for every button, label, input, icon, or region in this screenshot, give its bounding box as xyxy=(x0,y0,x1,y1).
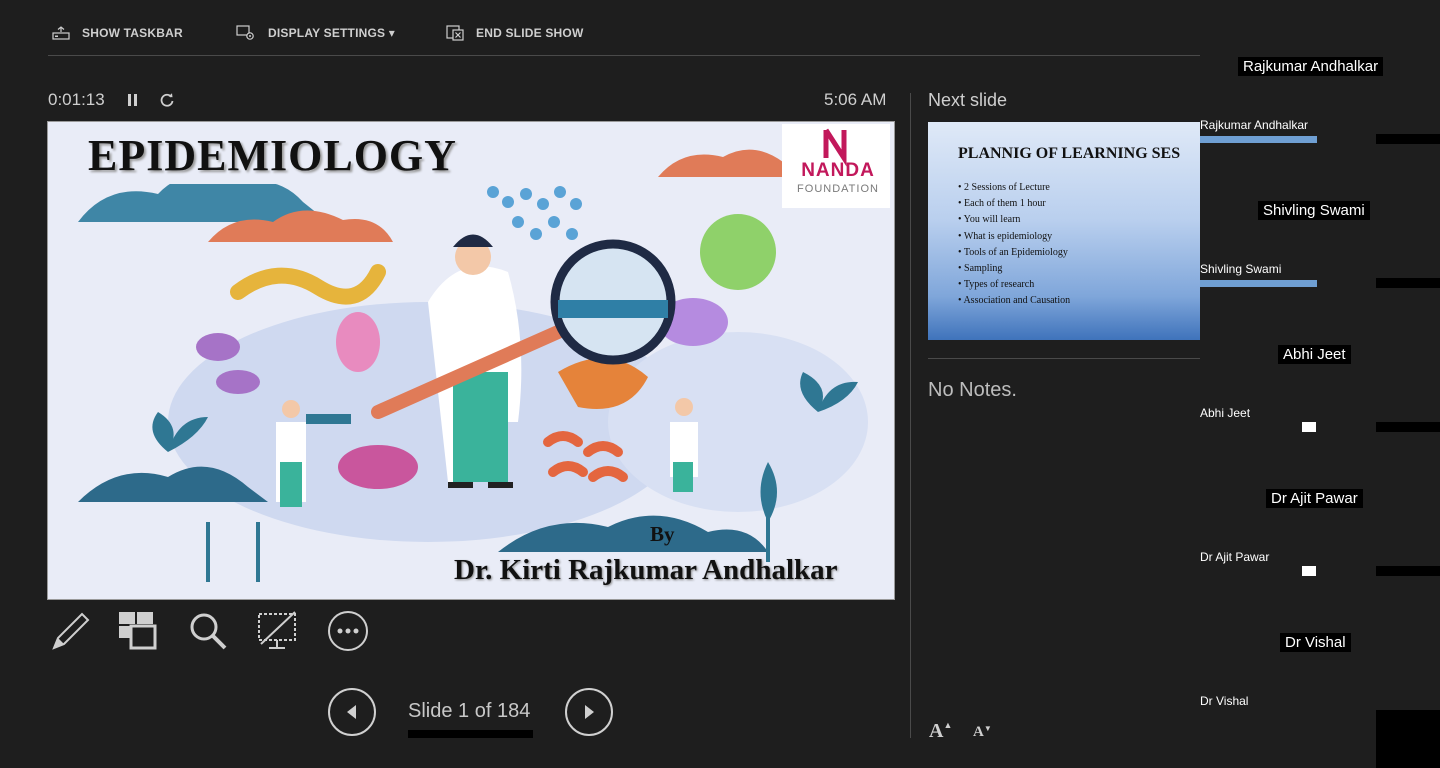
current-slide[interactable]: EPIDEMIOLOGY NANDA FOUNDATION By Dr. Kir… xyxy=(47,121,895,600)
decrease-font-label: A xyxy=(973,724,984,740)
display-settings-label: DISPLAY SETTINGS ▾ xyxy=(268,26,395,40)
participant-mask xyxy=(1376,278,1440,288)
restart-timer-icon[interactable] xyxy=(159,92,175,108)
participant-label: Dr Vishal xyxy=(1200,694,1249,708)
participant-indicator xyxy=(1302,566,1316,576)
next-slide-label: Next slide xyxy=(928,90,1008,110)
participant-indicator xyxy=(1302,422,1316,432)
chevron-left-icon xyxy=(347,705,356,719)
show-taskbar-label: SHOW TASKBAR xyxy=(82,26,183,40)
participant-label: Shivling Swami xyxy=(1200,262,1282,276)
participant-strip xyxy=(1200,280,1317,287)
participant-name-tag: Shivling Swami xyxy=(1258,201,1370,220)
list-item: Each of them 1 hour xyxy=(958,196,1070,212)
list-item: Tools of an Epidemiology xyxy=(958,245,1070,261)
end-slide-show-label: END SLIDE SHOW xyxy=(476,26,584,40)
black-screen-icon[interactable] xyxy=(257,610,299,652)
next-slide-title: PLANNIG OF LEARNING SES xyxy=(958,145,1181,162)
list-item: You will learn xyxy=(958,212,1070,228)
display-settings-button[interactable]: DISPLAY SETTINGS ▾ xyxy=(236,22,395,44)
participant-mask xyxy=(1376,566,1440,576)
slide-counter-underline xyxy=(408,730,533,738)
participant-label: Rajkumar Andhalkar xyxy=(1200,118,1309,132)
participant-mask xyxy=(1376,710,1440,768)
end-show-icon xyxy=(446,25,464,41)
more-options-icon[interactable] xyxy=(327,610,369,652)
participant-name-tag: Dr Ajit Pawar xyxy=(1266,489,1363,508)
pen-icon[interactable] xyxy=(48,610,90,652)
list-item: Types of research xyxy=(958,277,1070,293)
notes-divider xyxy=(928,358,1200,359)
next-slide-preview[interactable]: PLANNIG OF LEARNING SES 2 Sessions of Le… xyxy=(928,122,1200,340)
current-time: 5:06 AM xyxy=(824,90,887,109)
next-slide-button[interactable] xyxy=(565,688,613,736)
participant-name-tag: Rajkumar Andhalkar xyxy=(1238,57,1384,76)
slide-by-label: By xyxy=(650,522,675,546)
pane-divider xyxy=(910,93,911,738)
slide-counter[interactable]: Slide 1 of 184 xyxy=(408,700,530,723)
list-item: 2 Sessions of Lecture xyxy=(958,180,1070,196)
elapsed-timer: 0:01:13 xyxy=(48,90,105,109)
participant-mask xyxy=(1376,422,1440,432)
toolbar-divider xyxy=(48,55,1200,56)
show-taskbar-button[interactable]: SHOW TASKBAR xyxy=(52,22,183,44)
end-slide-show-button[interactable]: END SLIDE SHOW xyxy=(446,22,583,44)
participant-label: Dr Ajit Pawar xyxy=(1200,550,1270,564)
increase-font-label: A xyxy=(929,720,944,742)
list-item: What is epidemiology xyxy=(958,229,1070,245)
chevron-right-icon xyxy=(585,705,594,719)
slide-author: Dr. Kirti Rajkumar Andhalkar xyxy=(454,554,838,586)
participant-label: Abhi Jeet xyxy=(1200,406,1251,420)
previous-slide-button[interactable] xyxy=(328,688,376,736)
taskbar-icon xyxy=(52,26,70,40)
pause-icon[interactable] xyxy=(125,92,141,108)
slide-illustration xyxy=(48,122,890,582)
participant-name-tag: Dr Vishal xyxy=(1280,633,1351,652)
next-slide-bullets: 2 Sessions of Lecture Each of them 1 hou… xyxy=(958,180,1070,310)
logo-text-nanda: NANDA xyxy=(801,160,875,181)
slide-title: EPIDEMIOLOGY xyxy=(88,131,457,180)
list-item: Association and Causation xyxy=(958,293,1070,309)
increase-font-button[interactable]: A▲ xyxy=(929,720,952,743)
see-all-slides-icon[interactable] xyxy=(117,610,159,652)
display-settings-icon xyxy=(236,25,254,40)
participant-mask xyxy=(1376,134,1440,144)
participant-strip xyxy=(1200,136,1317,143)
decrease-font-button[interactable]: A▼ xyxy=(973,724,992,741)
zoom-icon[interactable] xyxy=(187,610,229,652)
logo-text-foundation: FOUNDATION xyxy=(797,183,879,195)
speaker-notes: No Notes. xyxy=(928,379,1017,401)
participant-name-tag: Abhi Jeet xyxy=(1278,345,1351,364)
list-item: Sampling xyxy=(958,261,1070,277)
